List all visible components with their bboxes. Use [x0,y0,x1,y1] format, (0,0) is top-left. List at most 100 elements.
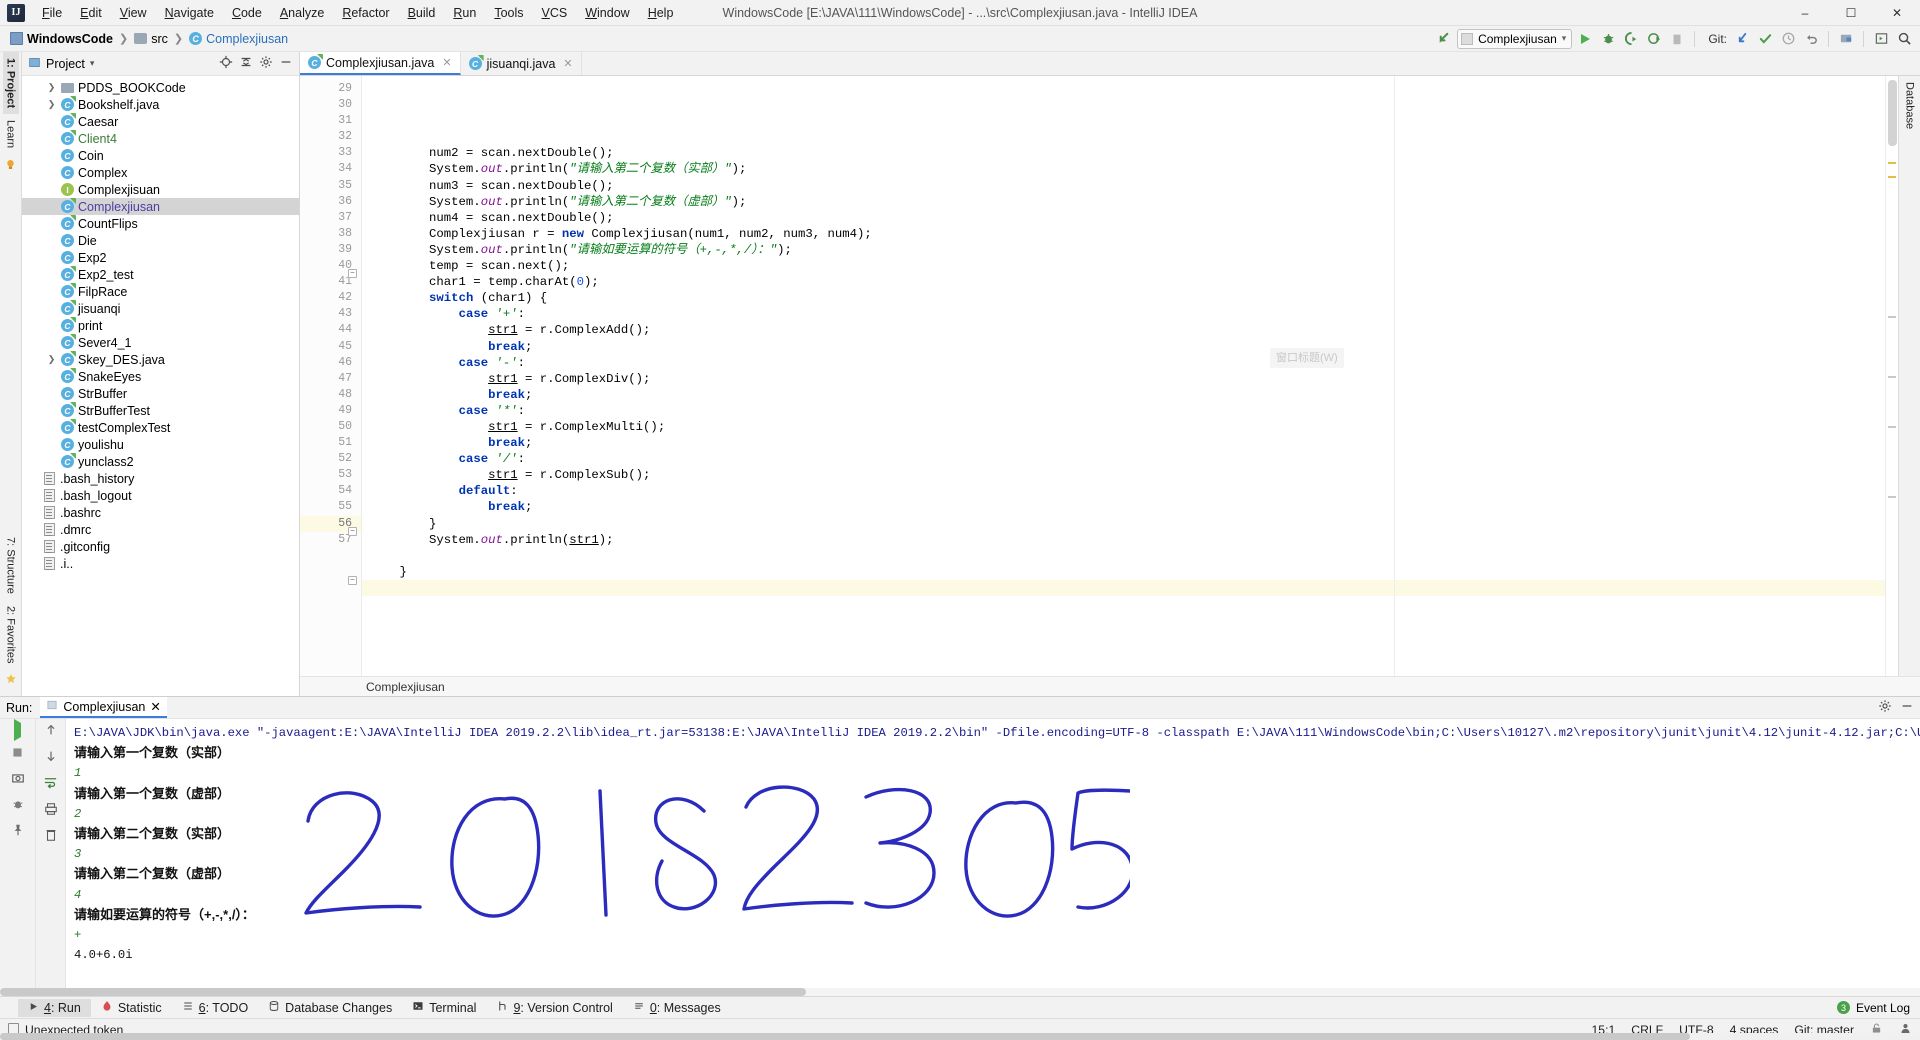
tree-node[interactable]: .bash_logout [22,487,299,504]
project-structure-icon[interactable] [1836,29,1856,49]
code-line[interactable]: } [362,564,1885,580]
line-number[interactable]: 38 [300,226,361,242]
change-marker[interactable] [1888,426,1896,428]
tree-node[interactable]: .bashrc [22,504,299,521]
run-tab-complexjiusan[interactable]: Complexjiusan ✕ [40,697,167,718]
code-line[interactable]: temp = scan.next(); [362,258,1885,274]
console-scrollbar[interactable] [0,988,1920,996]
code-line[interactable]: num4 = scan.nextDouble(); [362,210,1885,226]
code-line[interactable]: switch (char1) { [362,290,1885,306]
stop-icon[interactable] [11,746,24,762]
code-line[interactable]: break; [362,499,1885,515]
project-pane-scrollbar[interactable] [0,1033,1920,1040]
sidebar-item-learn[interactable]: Learn [3,114,19,154]
line-number[interactable]: 55 [300,499,361,515]
close-button[interactable]: ✕ [1874,0,1920,25]
change-marker[interactable] [1888,496,1896,498]
tree-node[interactable]: ❯ PDDS_BOOKCode [22,79,299,96]
code-line[interactable]: System.out.println(str1); [362,532,1885,548]
screenshot-icon[interactable] [11,771,25,788]
run-configuration-selector[interactable]: Complexjiusan ▾ [1457,28,1573,49]
soft-wrap-icon[interactable] [43,775,58,793]
debug-icon[interactable] [1598,29,1618,49]
line-number[interactable]: 49 [300,403,361,419]
menu-item-tools[interactable]: Tools [485,3,532,23]
line-number[interactable]: 29 [300,81,361,97]
breadcrumb-project[interactable]: WindowsCode [6,30,117,48]
tool-window-button-database-changes[interactable]: Database Changes [258,998,402,1017]
fold-marker[interactable]: − [348,269,357,278]
line-number[interactable]: 42 [300,290,361,306]
select-opened-file-icon[interactable] [1871,29,1891,49]
code-line[interactable]: char1 = temp.charAt(0); [362,274,1885,290]
tree-node[interactable]: C CountFlips [22,215,299,232]
warning-marker[interactable] [1888,162,1896,164]
stop-icon[interactable] [1667,29,1687,49]
settings-gear-icon[interactable] [1878,699,1892,716]
locate-icon[interactable] [219,55,233,72]
menu-item-analyze[interactable]: Analyze [271,3,333,23]
code-line[interactable]: num2 = scan.nextDouble(); [362,145,1885,161]
code-line[interactable]: break; [362,435,1885,451]
pin-icon[interactable] [11,823,25,840]
menu-item-window[interactable]: Window [576,3,638,23]
tree-node[interactable]: Cyoulishu [22,436,299,453]
code-line[interactable]: case '-': [362,355,1885,371]
maximize-button[interactable]: ☐ [1828,0,1874,25]
line-number[interactable]: 33 [300,145,361,161]
editor-gutter[interactable]: 29 30 31 32 33 34 35 36 37 38 39 40 41 42 43 44 45 46 47 48… [300,76,362,676]
close-icon[interactable]: ✕ [150,699,160,714]
tool-window-button-statistic[interactable]: Statistic [91,998,172,1017]
code-line[interactable]: str1 = r.ComplexMulti(); [362,419,1885,435]
tool-window-button-run[interactable]: 4: Run [18,998,91,1017]
tree-node[interactable]: C Client4 [22,130,299,147]
warning-marker[interactable] [1888,176,1896,178]
fold-marker[interactable]: − [348,576,357,585]
tree-node[interactable]: C Exp2_test [22,266,299,283]
tree-node[interactable]: .i.. [22,555,299,572]
tool-window-button-terminal[interactable]: Terminal [402,998,486,1017]
update-project-icon[interactable] [1732,29,1752,49]
chevron-right-icon[interactable]: ❯ [46,82,57,93]
line-number[interactable]: 35 [300,178,361,194]
code-line[interactable]: Complexjiusan r = new Complexjiusan(num1… [362,226,1885,242]
scroll-up-icon[interactable] [44,723,58,740]
menu-item-build[interactable]: Build [399,3,445,23]
line-number[interactable]: 50 [300,419,361,435]
line-number[interactable]: 48 [300,387,361,403]
line-number[interactable]: 30 [300,97,361,113]
tree-node[interactable]: C Complex [22,164,299,181]
hide-window-icon[interactable] [279,55,293,72]
settings-gear-icon[interactable] [259,55,273,72]
tree-node[interactable]: .dmrc [22,521,299,538]
menu-item-help[interactable]: Help [639,3,683,23]
tree-node[interactable]: Cjisuanqi [22,300,299,317]
tool-window-button-todo[interactable]: 6: TODO [172,998,259,1017]
tree-node[interactable]: .gitconfig [22,538,299,555]
editor-tab[interactable]: C Complexjiusan.java ✕ [300,52,461,75]
history-icon[interactable] [1778,29,1798,49]
code-line[interactable] [362,548,1885,564]
error-stripe[interactable] [1885,76,1898,676]
line-number[interactable]: 47 [300,371,361,387]
code-line[interactable]: System.out.println("请输如要运算的符号（+,-,*,/）："… [362,242,1885,258]
editor-tab[interactable]: Cjisuanqi.java ✕ [460,52,582,75]
code-line[interactable]: case '/': [362,451,1885,467]
tree-node[interactable]: C Die [22,232,299,249]
line-number[interactable]: 46 [300,355,361,371]
tree-node[interactable]: C Complexjiusan [22,198,299,215]
line-number[interactable]: 43 [300,306,361,322]
code-line[interactable]: case '+': [362,306,1885,322]
minimize-button[interactable]: – [1782,0,1828,25]
tree-node[interactable]: C StrBufferTest [22,402,299,419]
menu-item-view[interactable]: View [111,3,156,23]
rollback-icon[interactable] [1801,29,1821,49]
menu-item-refactor[interactable]: Refactor [333,3,398,23]
tree-node[interactable]: C SnakeEyes [22,368,299,385]
console-output[interactable]: E:\JAVA\JDK\bin\java.exe "-javaagent:E:\… [66,719,1920,996]
line-number[interactable]: 45 [300,339,361,355]
code-line[interactable]: System.out.println("请输入第二个复数（虚部）"); [362,194,1885,210]
chevron-right-icon[interactable]: ❯ [46,354,57,365]
profile-icon[interactable] [1644,29,1664,49]
close-icon[interactable]: ✕ [563,57,572,70]
